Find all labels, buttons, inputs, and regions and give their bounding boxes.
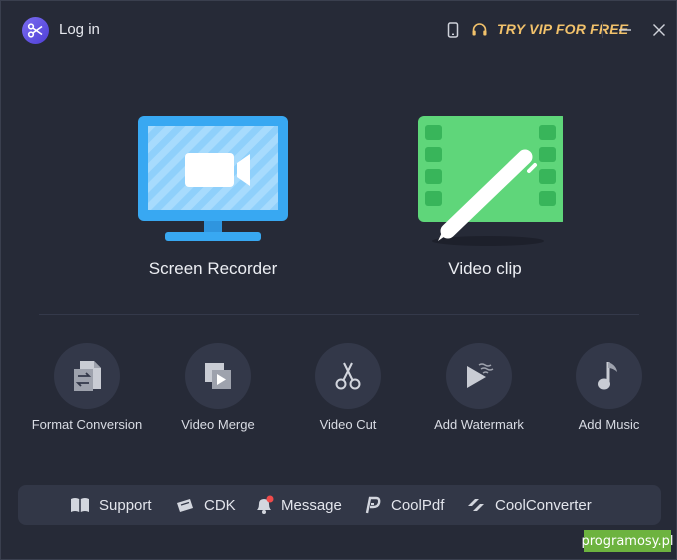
titlebar-separator bbox=[602, 21, 603, 38]
add-music-button[interactable]: Add Music bbox=[544, 343, 674, 438]
add-music-label: Add Music bbox=[578, 417, 640, 432]
cdk-link[interactable]: CDK bbox=[175, 485, 236, 525]
video-clip-button[interactable]: Video clip bbox=[400, 111, 570, 291]
try-vip-link[interactable]: TRY VIP FOR FREE bbox=[497, 21, 628, 37]
format-conversion-button[interactable]: Format Conversion bbox=[22, 343, 152, 438]
close-icon[interactable] bbox=[650, 21, 668, 39]
add-watermark-button[interactable]: Add Watermark bbox=[414, 343, 544, 438]
video-merge-label: Video Merge bbox=[181, 417, 255, 432]
scissors-logo-icon bbox=[27, 23, 43, 38]
video-cut-button[interactable]: Video Cut bbox=[283, 343, 413, 438]
coolpdf-link[interactable]: CoolPdf bbox=[362, 485, 444, 525]
mobile-icon[interactable] bbox=[444, 21, 462, 39]
add-watermark-label: Add Watermark bbox=[434, 417, 524, 432]
screen-recorder-button[interactable]: Screen Recorder bbox=[128, 111, 298, 291]
support-link[interactable]: Support bbox=[70, 485, 152, 525]
video-cut-circle bbox=[315, 343, 381, 409]
app-window: Log in TRY VIP FOR FREE Screen Recorder … bbox=[0, 0, 677, 560]
add-music-circle bbox=[576, 343, 642, 409]
format-conversion-label: Format Conversion bbox=[31, 417, 143, 432]
coolconverter-label: CoolConverter bbox=[495, 496, 592, 514]
screen-recorder-label: Screen Recorder bbox=[148, 259, 278, 278]
cdk-label: CDK bbox=[204, 496, 236, 514]
add-watermark-circle bbox=[446, 343, 512, 409]
message-link[interactable]: Message bbox=[254, 485, 342, 525]
format-conversion-circle bbox=[54, 343, 120, 409]
video-cut-label: Video Cut bbox=[319, 417, 377, 432]
video-merge-icon bbox=[205, 363, 231, 389]
coolconverter-icon bbox=[466, 495, 486, 515]
bottom-bar: Support CDK Message CoolPdf CoolConverte… bbox=[18, 485, 661, 525]
music-note-icon bbox=[598, 362, 617, 390]
film-pen-icon bbox=[417, 116, 563, 246]
title-bar: Log in TRY VIP FOR FREE bbox=[1, 1, 676, 59]
coolpdf-icon bbox=[362, 495, 382, 515]
message-label: Message bbox=[281, 496, 342, 514]
video-merge-button[interactable]: Video Merge bbox=[153, 343, 283, 438]
ticket-icon bbox=[175, 495, 195, 515]
coolconverter-link[interactable]: CoolConverter bbox=[466, 485, 592, 525]
watermark-icon bbox=[467, 363, 494, 388]
headset-icon[interactable] bbox=[470, 21, 488, 39]
login-link[interactable]: Log in bbox=[59, 21, 100, 38]
file-convert-icon bbox=[74, 361, 101, 391]
support-label: Support bbox=[99, 496, 152, 514]
video-clip-label: Video clip bbox=[448, 259, 522, 278]
monitor-camera-icon bbox=[138, 116, 288, 241]
video-merge-circle bbox=[185, 343, 251, 409]
app-logo bbox=[22, 17, 49, 44]
minimize-icon[interactable] bbox=[616, 21, 634, 39]
book-icon bbox=[70, 495, 90, 515]
scissors-icon bbox=[335, 362, 361, 390]
section-divider bbox=[39, 314, 639, 315]
coolpdf-label: CoolPdf bbox=[391, 496, 445, 514]
watermark-badge: programosy.pl bbox=[581, 530, 674, 552]
bell-icon bbox=[254, 495, 274, 515]
